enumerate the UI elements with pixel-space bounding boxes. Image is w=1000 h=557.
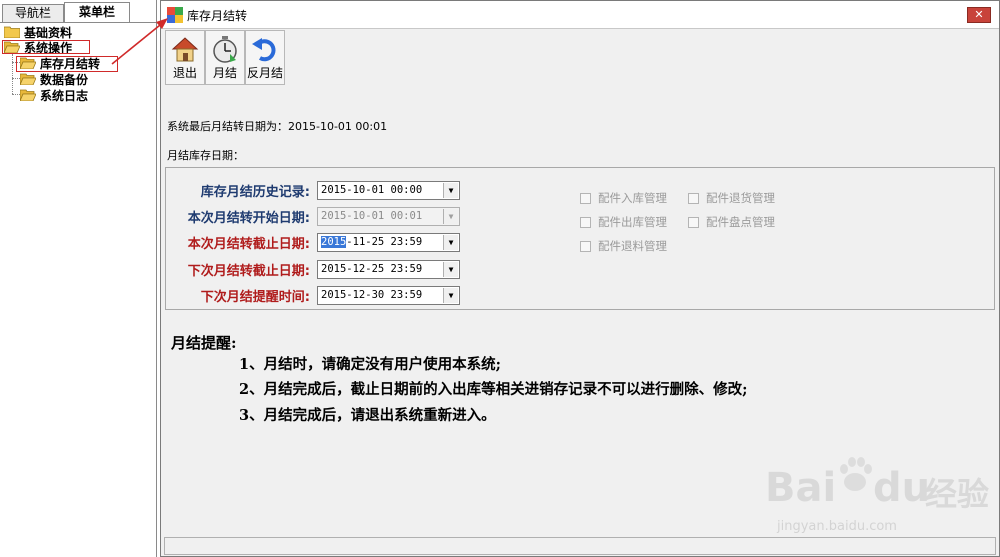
next-end-date-label: 下次月结转截止日期: (187, 264, 310, 279)
inventory-date-label: 月结库存日期： (167, 149, 244, 162)
reminder-item: 1、月结时，请确定没有用户使用本系统; (239, 356, 501, 373)
checkbox-label: 配件退料管理 (598, 239, 667, 253)
home-icon (171, 37, 199, 62)
reminder-item: 3、月结完成后，请退出系统重新进入。 (239, 407, 496, 424)
monthly-close-button-label: 月结 (212, 66, 237, 80)
watermark-url: jingyan.baidu.com (777, 519, 897, 534)
current-start-date-field: 2015-10-01 00:01 ▼ (317, 207, 460, 226)
checkbox-square (580, 216, 591, 228)
stopwatch-icon (213, 36, 237, 63)
paw-icon (840, 457, 872, 491)
checkbox-square (580, 192, 591, 204)
checkbox-parts-outbound[interactable]: 配件出库管理 (580, 214, 667, 230)
annotation-highlight-box (2, 40, 90, 54)
checkbox-square (580, 240, 591, 252)
next-end-date-value: 2015-12-25 23:59 (321, 263, 423, 275)
exit-button[interactable]: 退出 (165, 30, 205, 85)
last-close-date-text: 系统最后月结转日期为：2015-10-01 00:01 (167, 120, 388, 133)
close-button[interactable]: ✕ (967, 7, 991, 23)
watermark-brand: Bai (765, 465, 837, 511)
checkbox-label: 配件盘点管理 (706, 215, 775, 229)
checkbox-parts-stocktake[interactable]: 配件盘点管理 (688, 214, 775, 230)
next-reminder-time-value: 2015-12-30 23:59 (321, 289, 423, 301)
checkbox-parts-material-return[interactable]: 配件退料管理 (580, 238, 667, 254)
history-record-label: 库存月结历史记录: (200, 185, 310, 200)
tree-connector (12, 54, 13, 94)
checkbox-square (688, 192, 699, 204)
history-record-value: 2015-10-01 00:00 (321, 184, 423, 196)
current-end-date-field[interactable]: 2015-11-25 23:59 ▼ (317, 233, 460, 252)
watermark-brand-cn: 经验 (925, 475, 990, 513)
dropdown-arrow-icon[interactable]: ▼ (443, 235, 458, 250)
next-end-date-field[interactable]: 2015-12-25 23:59 ▼ (317, 260, 460, 279)
current-end-date-value: -11-25 23:59 (346, 236, 423, 248)
tab-menu[interactable]: 菜单栏 (64, 2, 130, 22)
selected-year-text: 2015 (321, 236, 347, 248)
current-end-date-label: 本次月结转截止日期: (187, 237, 310, 252)
checkbox-parts-return[interactable]: 配件退货管理 (688, 190, 775, 206)
exit-button-label: 退出 (172, 66, 197, 80)
checkbox-label: 配件退货管理 (706, 191, 775, 205)
undo-icon (252, 38, 276, 62)
current-start-date-value: 2015-10-01 00:01 (321, 210, 423, 222)
navigation-pane: 导航栏 菜单栏 基础资料 系统操作 库存月结转 数据备份 系统日志 (0, 0, 157, 557)
checkbox-label: 配件出库管理 (598, 215, 667, 229)
window-titlebar: 库存月结转 ✕ (161, 1, 999, 29)
monthly-close-button[interactable]: 月结 (205, 30, 245, 85)
tab-navigation[interactable]: 导航栏 (2, 4, 64, 22)
pane-tabs: 导航栏 菜单栏 (0, 2, 157, 22)
annotation-highlight-box (16, 56, 118, 72)
app-icon (167, 7, 183, 23)
reminder-item: 2、月结完成后，截止日期前的入出库等相关进销存记录不可以进行删除、修改; (239, 381, 748, 398)
date-settings-group: 库存月结历史记录: 2015-10-01 00:00 ▼ 本次月结转开始日期: … (165, 167, 995, 310)
baidu-watermark: Bai du 经验 jingyan.baidu.com (765, 455, 989, 545)
current-start-date-label: 本次月结转开始日期: (187, 211, 310, 226)
dropdown-arrow-icon[interactable]: ▼ (443, 183, 458, 198)
reverse-monthly-close-button[interactable]: 反月结 (245, 30, 285, 85)
folder-icon (4, 26, 20, 38)
watermark-brand-suffix: du (873, 465, 931, 511)
checkbox-label: 配件入库管理 (598, 191, 667, 205)
open-folder-icon (20, 89, 36, 101)
next-reminder-time-label: 下次月结提醒时间: (200, 290, 310, 305)
reminder-title: 月结提醒: (171, 334, 237, 352)
history-record-field[interactable]: 2015-10-01 00:00 ▼ (317, 181, 460, 200)
tree-item-system-log[interactable]: 系统日志 (20, 87, 88, 103)
checkbox-square (688, 216, 699, 228)
dropdown-arrow-icon[interactable]: ▼ (443, 288, 458, 303)
tree-item-data-backup[interactable]: 数据备份 (20, 71, 88, 87)
tree-item-label: 系统日志 (40, 88, 89, 103)
next-reminder-time-field[interactable]: 2015-12-30 23:59 ▼ (317, 286, 460, 305)
window-title: 库存月结转 (187, 9, 248, 23)
open-folder-icon (20, 73, 36, 85)
dropdown-arrow-icon[interactable]: ▼ (443, 262, 458, 277)
dropdown-arrow-icon: ▼ (443, 209, 458, 224)
tree-item-label: 数据备份 (40, 72, 89, 87)
reverse-monthly-close-button-label: 反月结 (246, 66, 283, 80)
checkbox-parts-inbound[interactable]: 配件入库管理 (580, 190, 667, 206)
